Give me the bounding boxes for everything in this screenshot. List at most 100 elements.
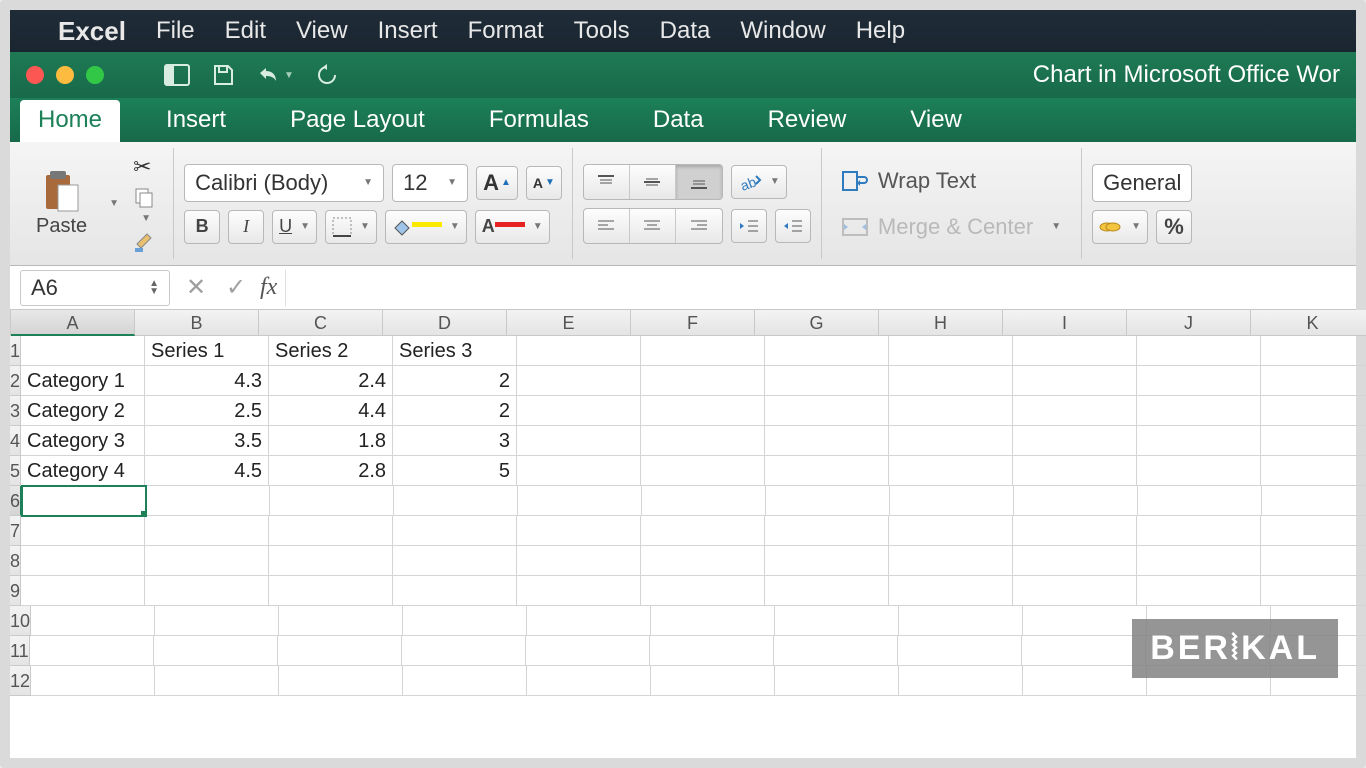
cell-F2[interactable] — [641, 366, 765, 396]
percent-button[interactable]: % — [1156, 210, 1192, 244]
menu-edit[interactable]: Edit — [225, 17, 266, 45]
cell-B3[interactable]: 2.5 — [145, 396, 269, 426]
cell-B9[interactable] — [145, 576, 269, 606]
cell-J9[interactable] — [1137, 576, 1261, 606]
cell-A7[interactable] — [21, 516, 145, 546]
cell-D5[interactable]: 5 — [393, 456, 517, 486]
font-color-button[interactable]: A ▼ — [475, 210, 550, 244]
cell-D4[interactable]: 3 — [393, 426, 517, 456]
cell-C4[interactable]: 1.8 — [269, 426, 393, 456]
align-center-button[interactable] — [630, 209, 676, 243]
cell-H2[interactable] — [889, 366, 1013, 396]
cell-I8[interactable] — [1013, 546, 1137, 576]
row-header-1[interactable]: 1 — [10, 336, 21, 366]
col-header-K[interactable]: K — [1251, 310, 1366, 336]
cell-G5[interactable] — [765, 456, 889, 486]
col-header-A[interactable]: A — [11, 310, 135, 336]
cell-F7[interactable] — [641, 516, 765, 546]
cell-A12[interactable] — [31, 666, 155, 696]
cell-E7[interactable] — [517, 516, 641, 546]
formula-input[interactable] — [285, 270, 1356, 306]
row-header-11[interactable]: 11 — [10, 636, 30, 666]
cell-E3[interactable] — [517, 396, 641, 426]
grow-font-button[interactable]: A▲ — [476, 166, 518, 200]
row-header-10[interactable]: 10 — [10, 606, 31, 636]
cell-F3[interactable] — [641, 396, 765, 426]
font-size-select[interactable]: 12▼ — [392, 164, 468, 202]
cell-J8[interactable] — [1137, 546, 1261, 576]
cell-D1[interactable]: Series 3 — [393, 336, 517, 366]
menu-format[interactable]: Format — [468, 17, 544, 45]
increase-indent-button[interactable] — [775, 209, 811, 243]
align-middle-button[interactable] — [630, 165, 676, 199]
cell-F12[interactable] — [651, 666, 775, 696]
cell-E9[interactable] — [517, 576, 641, 606]
cell-H10[interactable] — [899, 606, 1023, 636]
menu-tools[interactable]: Tools — [574, 17, 630, 45]
menu-view[interactable]: View — [296, 17, 348, 45]
tab-formulas[interactable]: Formulas — [471, 100, 607, 142]
cell-J3[interactable] — [1137, 396, 1261, 426]
cell-I6[interactable] — [1014, 486, 1138, 516]
menu-file[interactable]: File — [156, 17, 195, 45]
app-name[interactable]: Excel — [58, 16, 126, 47]
underline-button[interactable]: U▼ — [272, 210, 317, 244]
cell-K1[interactable] — [1261, 336, 1366, 366]
col-header-F[interactable]: F — [631, 310, 755, 336]
tab-view[interactable]: View — [892, 100, 980, 142]
cell-I2[interactable] — [1013, 366, 1137, 396]
cell-A11[interactable] — [30, 636, 154, 666]
cell-D10[interactable] — [403, 606, 527, 636]
cell-F9[interactable] — [641, 576, 765, 606]
cell-D7[interactable] — [393, 516, 517, 546]
bold-button[interactable]: B — [184, 210, 220, 244]
cell-I12[interactable] — [1023, 666, 1147, 696]
cell-K3[interactable] — [1261, 396, 1366, 426]
row-header-3[interactable]: 3 — [10, 396, 21, 426]
row-header-6[interactable]: 6 — [10, 486, 22, 516]
cell-D9[interactable] — [393, 576, 517, 606]
cell-B5[interactable]: 4.5 — [145, 456, 269, 486]
decrease-indent-button[interactable] — [731, 209, 767, 243]
cell-I9[interactable] — [1013, 576, 1137, 606]
cell-B6[interactable] — [146, 486, 270, 516]
cell-G3[interactable] — [765, 396, 889, 426]
tab-page-layout[interactable]: Page Layout — [272, 100, 443, 142]
cell-A10[interactable] — [31, 606, 155, 636]
cell-H8[interactable] — [889, 546, 1013, 576]
cell-K2[interactable] — [1261, 366, 1366, 396]
cell-I5[interactable] — [1013, 456, 1137, 486]
format-painter-icon[interactable] — [133, 230, 157, 254]
cell-J7[interactable] — [1137, 516, 1261, 546]
row-header-2[interactable]: 2 — [10, 366, 21, 396]
cell-G2[interactable] — [765, 366, 889, 396]
cell-F8[interactable] — [641, 546, 765, 576]
cell-H4[interactable] — [889, 426, 1013, 456]
cell-C1[interactable]: Series 2 — [269, 336, 393, 366]
menu-insert[interactable]: Insert — [378, 17, 438, 45]
merge-center-button[interactable]: Merge & Center▼ — [832, 208, 1071, 246]
cell-H6[interactable] — [890, 486, 1014, 516]
row-header-7[interactable]: 7 — [10, 516, 21, 546]
menu-window[interactable]: Window — [740, 17, 825, 45]
cell-A9[interactable] — [21, 576, 145, 606]
cell-E6[interactable] — [518, 486, 642, 516]
cell-J5[interactable] — [1137, 456, 1261, 486]
cell-A5[interactable]: Category 4 — [21, 456, 145, 486]
row-header-4[interactable]: 4 — [10, 426, 21, 456]
cell-H9[interactable] — [889, 576, 1013, 606]
wrap-text-button[interactable]: Wrap Text — [832, 162, 1071, 200]
cell-G12[interactable] — [775, 666, 899, 696]
shrink-font-button[interactable]: A▼ — [526, 166, 562, 200]
col-header-C[interactable]: C — [259, 310, 383, 336]
cell-E8[interactable] — [517, 546, 641, 576]
cell-B8[interactable] — [145, 546, 269, 576]
cell-A6[interactable] — [22, 486, 146, 516]
cell-H12[interactable] — [899, 666, 1023, 696]
cell-G11[interactable] — [774, 636, 898, 666]
row-header-9[interactable]: 9 — [10, 576, 21, 606]
cell-C8[interactable] — [269, 546, 393, 576]
cell-K9[interactable] — [1261, 576, 1366, 606]
cell-A3[interactable]: Category 2 — [21, 396, 145, 426]
cell-F6[interactable] — [642, 486, 766, 516]
